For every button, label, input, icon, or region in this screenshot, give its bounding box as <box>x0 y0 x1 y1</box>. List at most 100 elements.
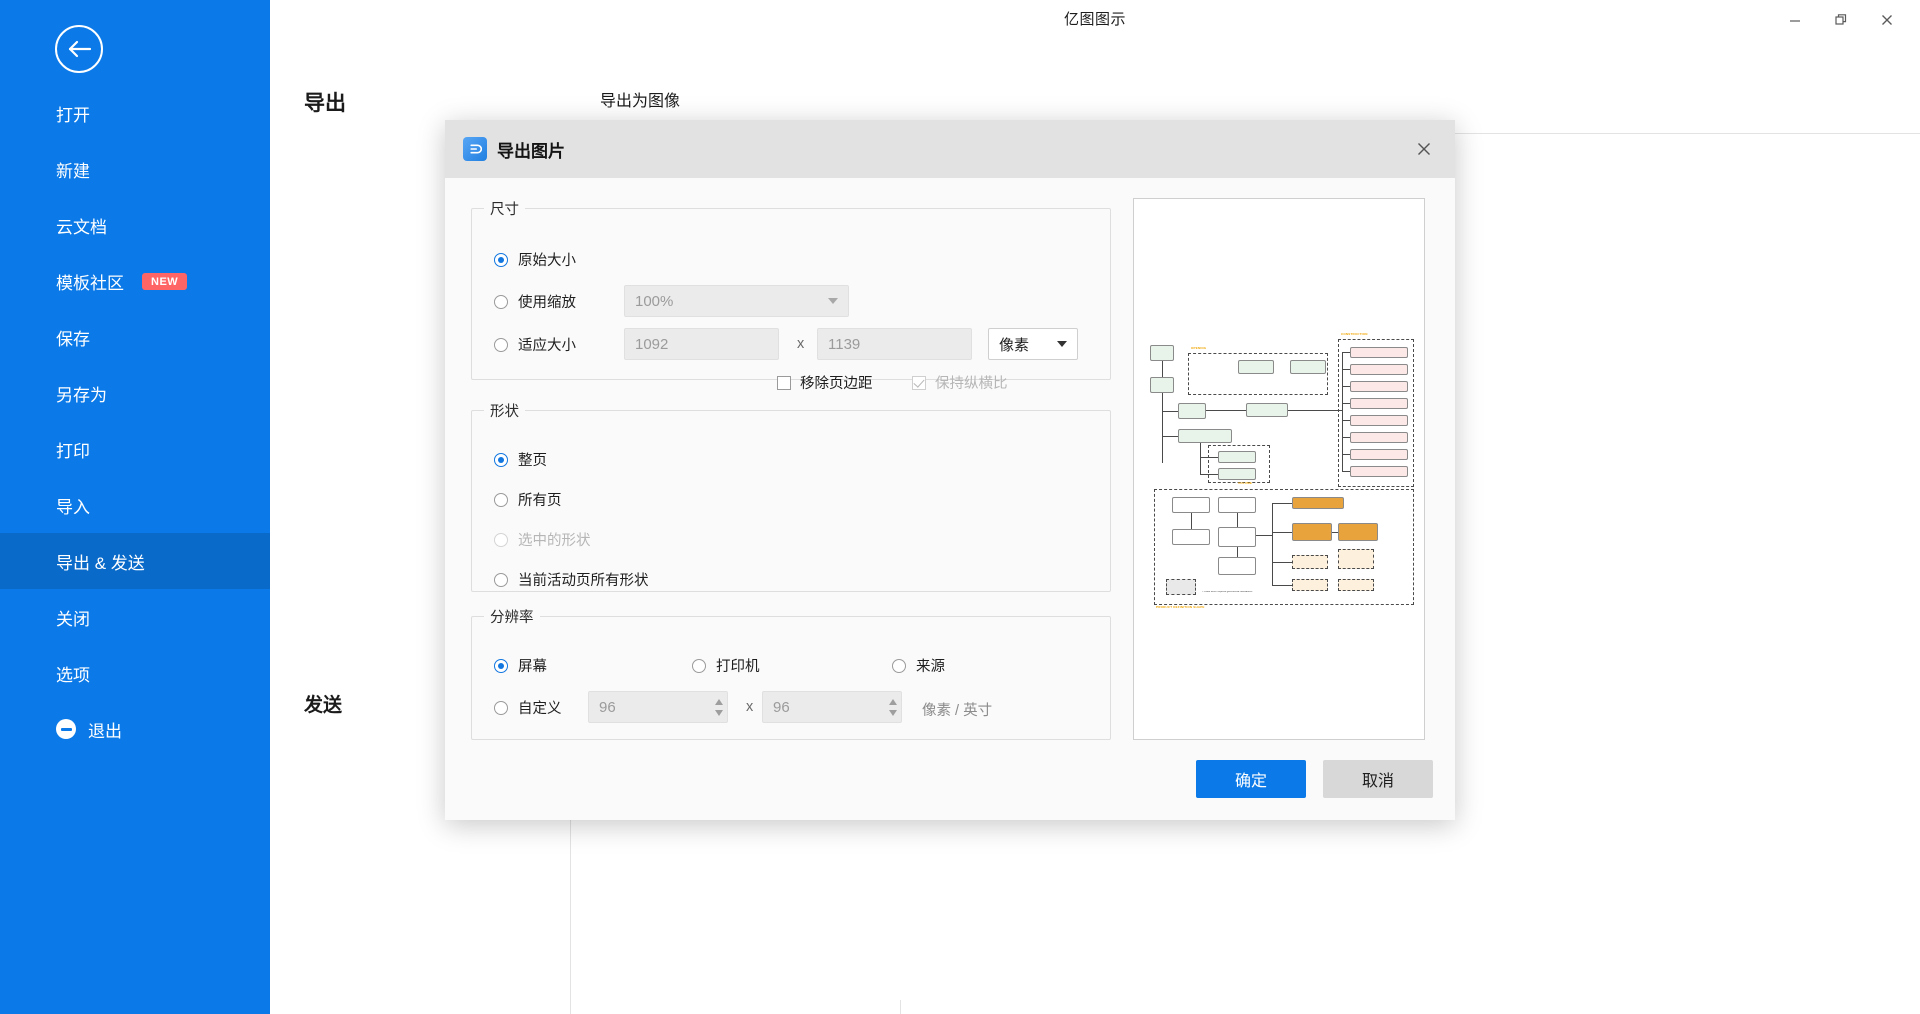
radio-whole-page-row[interactable]: 整页 <box>494 449 547 470</box>
sidebar-item-options[interactable]: 选项 <box>0 645 270 701</box>
dialog-actions: 确定 取消 <box>1196 760 1433 798</box>
radio-source[interactable] <box>892 658 906 673</box>
radio-whole-page-label: 整页 <box>518 453 547 469</box>
sidebar-item-save[interactable]: 保存 <box>0 309 270 365</box>
radio-selected-shapes <box>494 532 508 547</box>
radio-use-scale[interactable] <box>494 294 508 309</box>
sidebar-item-label: 导入 <box>56 497 90 517</box>
dimension-separator: x <box>797 336 805 352</box>
dpi-y-value: 96 <box>773 698 790 716</box>
dpi-x-input[interactable]: 96 <box>588 691 728 723</box>
scale-select[interactable]: 100% <box>624 285 849 317</box>
sidebar-item-new[interactable]: 新建 <box>0 141 270 197</box>
height-value: 1139 <box>828 335 861 353</box>
radio-fit-size-label: 适应大小 <box>518 338 576 354</box>
radio-use-scale-row[interactable]: 使用缩放 <box>494 291 576 312</box>
radio-current-page-shapes[interactable] <box>494 572 508 587</box>
unit-select[interactable]: 像素 <box>988 328 1078 360</box>
dpi-y-stepper[interactable] <box>884 691 901 723</box>
diagram-thumbnail: CONSTRUCTION OPENING VOLUME PRODUCT DEFI… <box>1142 317 1418 609</box>
size-group-legend: 尺寸 <box>490 202 519 218</box>
radio-current-page-shapes-row[interactable]: 当前活动页所有形状 <box>494 569 649 590</box>
sidebar-item-label: 导出 & 发送 <box>56 553 145 573</box>
panel-title: 导出为图像 <box>600 93 681 110</box>
width-value: 1092 <box>635 335 669 353</box>
dialog-title: 导出图片 <box>497 141 565 161</box>
remove-margin-label: 移除页边距 <box>800 376 873 392</box>
sidebar-item-print[interactable]: 打印 <box>0 421 270 477</box>
radio-printer-row[interactable]: 打印机 <box>692 655 760 676</box>
dpi-x-value: 96 <box>599 698 616 716</box>
close-icon[interactable] <box>1864 3 1910 37</box>
sidebar-item-cloud-docs[interactable]: 云文档 <box>0 197 270 253</box>
shape-group-legend: 形状 <box>490 404 519 420</box>
remove-margin-checkbox[interactable] <box>777 375 791 390</box>
radio-selected-shapes-label: 选中的形状 <box>518 533 591 549</box>
preview-section-label: OPENING <box>1191 346 1207 350</box>
page-title: 导出 <box>304 92 346 115</box>
radio-all-pages-row[interactable]: 所有页 <box>494 489 562 510</box>
resolution-group-legend: 分辨率 <box>490 610 534 626</box>
height-input[interactable]: 1139 <box>817 328 972 360</box>
radio-screen-row[interactable]: 屏幕 <box>494 655 547 676</box>
dialog-close-icon[interactable] <box>1405 130 1443 168</box>
radio-source-label: 来源 <box>916 659 945 675</box>
sidebar-item-label: 打印 <box>56 441 90 461</box>
scale-select-value: 100% <box>635 292 674 310</box>
export-preview-thumbnail: CONSTRUCTION OPENING VOLUME PRODUCT DEFI… <box>1142 317 1418 609</box>
sidebar-item-label: 另存为 <box>56 385 107 405</box>
eddx-logo-icon <box>463 137 487 161</box>
width-input[interactable]: 1092 <box>624 328 779 360</box>
preview-section-label: PRODUCT DEFINITION SHAPE <box>1156 605 1205 609</box>
back-button[interactable] <box>55 25 103 73</box>
dpi-unit-label: 像素 / 英寸 <box>922 703 993 719</box>
cancel-button[interactable]: 取消 <box>1323 760 1433 798</box>
radio-screen[interactable] <box>494 658 508 673</box>
new-badge: NEW <box>142 272 188 290</box>
minimize-icon[interactable] <box>1772 3 1818 37</box>
restore-icon[interactable] <box>1818 3 1864 37</box>
radio-custom-dpi[interactable] <box>494 700 508 715</box>
radio-all-pages[interactable] <box>494 492 508 507</box>
radio-source-row[interactable]: 来源 <box>892 655 945 676</box>
sidebar-item-save-as[interactable]: 另存为 <box>0 365 270 421</box>
size-group: 尺寸 原始大小 使用缩放 100% 适应大小 1092 x 1139 像素 移除… <box>471 198 1111 392</box>
ok-button[interactable]: 确定 <box>1196 760 1306 798</box>
radio-selected-shapes-row: 选中的形状 <box>494 529 591 550</box>
sidebar-item-template-community[interactable]: 模板社区 NEW <box>0 253 270 309</box>
eddx-export-window: 亿图图示 AD <box>0 0 1920 1014</box>
radio-whole-page[interactable] <box>494 452 508 467</box>
radio-original-size-label: 原始大小 <box>518 253 576 269</box>
resolution-group: 分辨率 屏幕 打印机 来源 自定义 96 x 96 像素 / 英寸 <box>471 606 1111 740</box>
sidebar-item-exit[interactable]: 退出 <box>0 701 270 757</box>
keep-ratio-row: 保持纵横比 <box>912 372 1008 393</box>
app-title: 亿图图示 <box>1063 11 1126 28</box>
radio-use-scale-label: 使用缩放 <box>518 295 576 311</box>
dialog-titlebar: 导出图片 <box>445 120 1455 178</box>
chevron-down-icon <box>828 298 838 304</box>
sidebar-item-label: 关闭 <box>56 609 90 629</box>
radio-current-page-shapes-label: 当前活动页所有形状 <box>518 573 649 589</box>
keep-ratio-checkbox <box>912 375 926 390</box>
radio-original-size[interactable] <box>494 252 508 267</box>
sidebar-item-close[interactable]: 关闭 <box>0 589 270 645</box>
sidebar-item-label: 打开 <box>56 105 90 125</box>
sidebar-item-open[interactable]: 打开 <box>0 85 270 141</box>
radio-printer[interactable] <box>692 658 706 673</box>
sidebar-item-label: 选项 <box>56 665 90 685</box>
radio-original-size-row[interactable]: 原始大小 <box>494 249 576 270</box>
dpi-x-stepper[interactable] <box>710 691 727 723</box>
sidebar-item-export-send[interactable]: 导出 & 发送 <box>0 533 270 589</box>
radio-printer-label: 打印机 <box>716 659 760 675</box>
preview-section-label: VOLUME <box>1238 481 1253 485</box>
remove-margin-row[interactable]: 移除页边距 <box>777 372 873 393</box>
arrow-left-icon <box>68 40 92 58</box>
radio-fit-size[interactable] <box>494 337 508 352</box>
dpi-y-input[interactable]: 96 <box>762 691 902 723</box>
sidebar-item-label: 模板社区 <box>56 273 124 293</box>
radio-custom-dpi-label: 自定义 <box>518 701 562 717</box>
send-section-title: 发送 <box>304 695 343 716</box>
radio-custom-dpi-row[interactable]: 自定义 <box>494 697 562 718</box>
radio-fit-size-row[interactable]: 适应大小 <box>494 334 576 355</box>
sidebar-item-import[interactable]: 导入 <box>0 477 270 533</box>
